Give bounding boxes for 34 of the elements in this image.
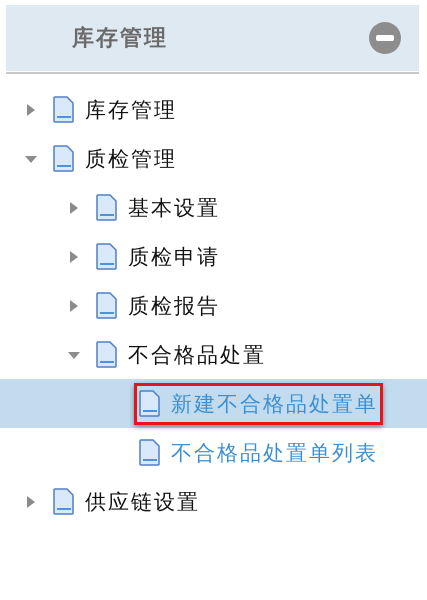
document-icon <box>96 341 118 368</box>
tree-item[interactable]: 基本设置 <box>91 186 225 228</box>
document-icon <box>96 194 118 221</box>
tree-item[interactable]: 质检申请 <box>91 236 225 278</box>
tree-item-label: 质检管理 <box>85 146 177 172</box>
document-icon <box>139 390 161 417</box>
tree-item-label: 不合格品处置 <box>128 342 266 368</box>
document-icon <box>53 488 75 515</box>
tree-item[interactable]: 库存管理 <box>48 88 182 130</box>
tree-item[interactable]: 质检管理 <box>48 138 182 180</box>
tree-row[interactable]: 质检申请 <box>0 232 427 281</box>
tree-row[interactable]: 供应链设置 <box>0 477 427 526</box>
tree-row[interactable]: 质检报告 <box>0 281 427 330</box>
tree-row[interactable]: 不合格品处置 <box>0 330 427 379</box>
tree-row[interactable]: 基本设置 <box>0 183 427 232</box>
tree-item-label: 新建不合格品处置单 <box>171 390 378 418</box>
tree-item-label: 基本设置 <box>128 194 220 222</box>
document-icon <box>53 145 75 172</box>
document-icon <box>96 243 118 270</box>
tree-item-label: 不合格品处置单列表 <box>171 440 378 466</box>
panel-title: 库存管理 <box>72 24 168 53</box>
document-icon <box>96 292 118 319</box>
tree-item-label: 质检报告 <box>128 292 220 320</box>
document-icon <box>139 439 161 466</box>
tree-item-label: 质检申请 <box>128 244 220 270</box>
tree-item[interactable]: 不合格品处置 <box>91 334 271 376</box>
collapse-icon[interactable] <box>369 22 401 54</box>
tree-item[interactable]: 质检报告 <box>91 284 225 326</box>
tree-row[interactable]: 质检管理 <box>0 134 427 183</box>
tree-row[interactable]: 库存管理 <box>0 85 427 134</box>
tree-item-label: 供应链设置 <box>85 488 200 516</box>
tree-item[interactable]: 供应链设置 <box>48 480 205 522</box>
tree-item-label: 库存管理 <box>85 96 177 124</box>
document-icon <box>53 96 75 123</box>
